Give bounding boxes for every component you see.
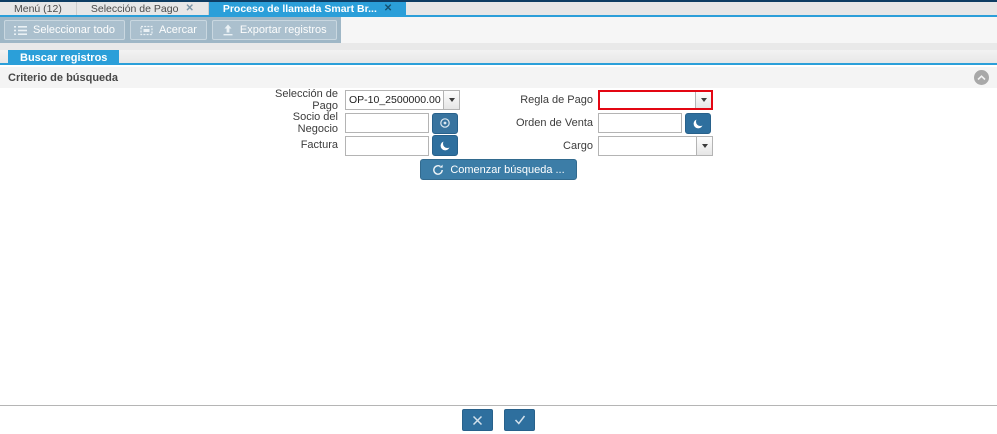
charge-combobox[interactable]: [598, 135, 713, 156]
collapse-toggle-button[interactable]: [974, 70, 989, 85]
search-button-row: Comenzar búsqueda ...: [0, 159, 997, 180]
window-tabbar: Menú (12) Selección de Pago ✕ Proceso de…: [0, 0, 997, 17]
confirm-check-icon: [514, 415, 525, 425]
cancel-button[interactable]: [462, 409, 493, 431]
button-label: Exportar registros: [239, 24, 327, 36]
chevron-up-icon: [977, 74, 986, 80]
button-label: Seleccionar todo: [33, 24, 115, 36]
export-records-button[interactable]: Exportar registros: [211, 20, 337, 40]
form-row: Selección de Pago OP-10_2500000.00 Regla…: [0, 88, 720, 113]
search-criteria-form: Selección de Pago OP-10_2500000.00 Regla…: [0, 88, 720, 157]
find-tab-strip: Buscar registros: [0, 50, 997, 65]
form-row: Socio del Negocio Orden de Venta: [0, 111, 720, 136]
tab-label: Proceso de llamada Smart Br...: [222, 2, 377, 15]
close-icon[interactable]: ✕: [384, 3, 392, 14]
zoom-window-icon: [140, 25, 153, 35]
tab-menu[interactable]: Menú (12): [0, 2, 77, 15]
app-window: Menú (12) Selección de Pago ✕ Proceso de…: [0, 0, 997, 434]
combobox-value: [600, 92, 695, 108]
invoice-input[interactable]: [345, 135, 429, 156]
field-cell: [345, 135, 467, 156]
start-search-button[interactable]: Comenzar búsqueda ...: [420, 159, 577, 180]
field-label: Regla de Pago: [520, 94, 593, 107]
footer-actions: [0, 409, 997, 431]
toolbar-row: Seleccionar todo Acercar Exportar regist…: [0, 17, 997, 43]
tab-seleccion-de-pago[interactable]: Selección de Pago ✕: [77, 2, 209, 15]
field-label: Orden de Venta: [515, 117, 593, 130]
tab-label: Buscar registros: [20, 51, 108, 64]
field-cell: [598, 135, 720, 156]
select-all-button[interactable]: Seleccionar todo: [4, 20, 125, 40]
invoice-search-button[interactable]: [432, 135, 458, 156]
cancel-x-icon: [472, 415, 483, 425]
business-partner-lookup-button[interactable]: [432, 112, 458, 134]
sales-order-search-button[interactable]: [685, 112, 711, 134]
sales-order-input[interactable]: [598, 113, 682, 134]
field-cell: OP-10_2500000.00: [345, 90, 467, 111]
field-cell: [598, 90, 720, 111]
combobox-value: [599, 137, 696, 155]
zoom-button[interactable]: Acercar: [129, 20, 207, 40]
field-cell: [598, 112, 720, 134]
field-label: Cargo: [563, 139, 593, 152]
record-search-icon: [440, 139, 452, 151]
field-label: Factura: [300, 139, 338, 152]
business-partner-icon: [440, 118, 450, 128]
form-row: Factura Cargo: [0, 134, 720, 157]
confirm-button[interactable]: [504, 409, 535, 431]
business-partner-input[interactable]: [345, 113, 429, 134]
tab-label: Menú (12): [14, 2, 62, 15]
export-records-icon: [223, 24, 233, 36]
tab-proceso-smart-browse[interactable]: Proceso de llamada Smart Br... ✕: [208, 2, 407, 15]
payment-selection-combobox[interactable]: OP-10_2500000.00: [345, 90, 460, 111]
record-search-icon: [693, 116, 705, 128]
chevron-down-icon[interactable]: [696, 136, 712, 155]
panel-top-strip: [0, 43, 997, 50]
field-cell: [345, 112, 467, 134]
combobox-value: OP-10_2500000.00: [349, 94, 441, 107]
tab-label: Selección de Pago: [90, 2, 179, 15]
close-icon[interactable]: ✕: [185, 3, 193, 14]
toolbar: Seleccionar todo Acercar Exportar regist…: [0, 17, 341, 43]
criteria-header: Criterio de búsqueda: [0, 67, 997, 88]
payment-rule-combobox[interactable]: [598, 90, 713, 111]
button-label: Acercar: [158, 24, 197, 36]
chevron-down-icon[interactable]: [695, 92, 711, 109]
field-label: Selección de Pago: [275, 88, 338, 113]
refresh-icon: [433, 164, 444, 175]
field-label: Socio del Negocio: [292, 111, 338, 136]
tab-buscar-registros[interactable]: Buscar registros: [8, 50, 120, 65]
chevron-down-icon[interactable]: [443, 91, 459, 110]
footer-divider: [0, 405, 997, 406]
section-title: Criterio de búsqueda: [8, 71, 119, 84]
select-all-list-icon: [14, 25, 27, 35]
button-label: Comenzar búsqueda ...: [450, 163, 565, 176]
